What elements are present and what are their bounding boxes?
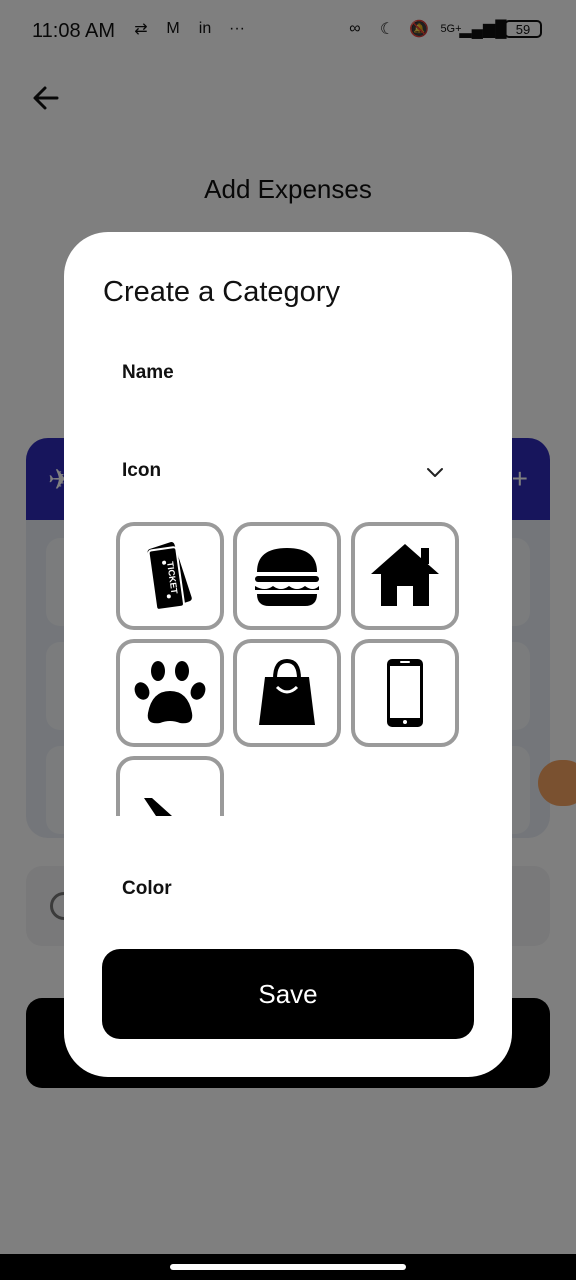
icon-grid: TICKET xyxy=(116,522,464,816)
icon-option-shopping-bag[interactable] xyxy=(233,639,341,747)
house-icon xyxy=(371,544,439,606)
icon-option-house[interactable] xyxy=(351,522,459,630)
ticket-icon: TICKET xyxy=(147,542,192,611)
icon-dropdown-label[interactable]: Icon xyxy=(122,460,161,482)
create-category-dialog: Create a Category Name Icon TICKET Color… xyxy=(64,232,512,1077)
shopping-bag-icon xyxy=(259,658,315,725)
name-field[interactable]: Name xyxy=(122,362,174,384)
icon-option-paw[interactable] xyxy=(116,639,224,747)
airplane-icon xyxy=(136,798,194,816)
paw-icon xyxy=(134,661,206,724)
save-button[interactable]: Save xyxy=(102,949,474,1039)
icon-option-burger[interactable] xyxy=(233,522,341,630)
icon-option-airplane[interactable] xyxy=(116,756,224,816)
smartphone-icon xyxy=(387,659,423,727)
icon-option-ticket[interactable]: TICKET xyxy=(116,522,224,630)
icon-option-smartphone[interactable] xyxy=(351,639,459,747)
burger-icon xyxy=(255,548,319,606)
dialog-title: Create a Category xyxy=(103,276,340,308)
chevron-down-icon[interactable] xyxy=(424,462,446,484)
color-field[interactable]: Color xyxy=(122,878,172,900)
home-indicator[interactable] xyxy=(170,1264,406,1270)
